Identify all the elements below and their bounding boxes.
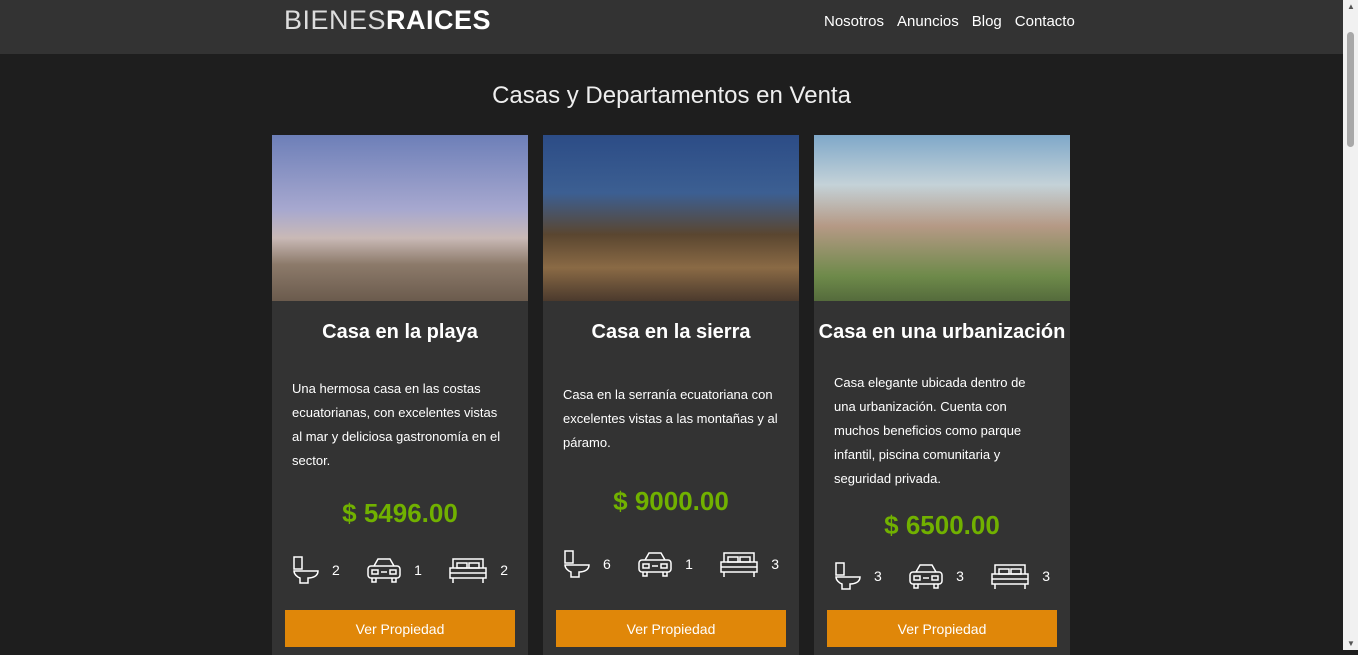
property-description: Una hermosa casa en las costas ecuatoria… — [292, 380, 501, 468]
page-title: Casas y Departamentos en Venta — [492, 82, 851, 109]
property-features: 2 1 2 — [292, 555, 508, 585]
toilet-icon — [835, 561, 861, 590]
toilet-icon — [564, 549, 590, 578]
main-nav: Nosotros Anuncios Blog Contacto — [824, 13, 1075, 30]
scroll-up-icon[interactable]: ▲ — [1347, 2, 1355, 11]
nav-nosotros[interactable]: Nosotros — [824, 13, 884, 30]
property-description: Casa elegante ubicada dentro de una urba… — [834, 374, 1026, 486]
nav-contacto[interactable]: Contacto — [1015, 13, 1075, 30]
scrollbar[interactable]: ▲ ▼ — [1343, 0, 1358, 650]
property-features: 3 3 3 — [834, 561, 1050, 591]
property-title: Casa en la playa — [322, 321, 478, 343]
scrollbar-thumb[interactable] — [1347, 32, 1354, 147]
nav-anuncios[interactable]: Anuncios — [897, 13, 959, 30]
property-price: $ 9000.00 — [613, 486, 729, 516]
property-title: Casa en la sierra — [591, 321, 751, 343]
bed-icon — [991, 563, 1029, 589]
property-image — [543, 135, 799, 301]
view-property-button[interactable]: Ver Propiedad — [285, 610, 515, 647]
property-features: 6 1 3 — [563, 549, 779, 579]
car-icon — [367, 557, 401, 583]
toilet-icon — [293, 555, 319, 584]
property-price: $ 6500.00 — [884, 510, 1000, 540]
property-description: Casa en la serranía ecuatoriana con exce… — [563, 386, 778, 450]
property-card: Casa en una urbanización Casa elegante u… — [814, 135, 1070, 655]
property-price: $ 5496.00 — [342, 498, 458, 528]
car-icon — [638, 551, 672, 577]
property-image — [814, 135, 1070, 301]
property-title: Casa en una urbanización — [818, 321, 1066, 343]
property-card: Casa en la sierra Casa en la serranía ec… — [543, 135, 799, 655]
bed-icon — [720, 551, 758, 577]
car-icon — [909, 563, 943, 589]
property-card: Casa en la playa Una hermosa casa en las… — [272, 135, 528, 655]
property-image — [272, 135, 528, 301]
site-header: BIENESRAICES Nosotros Anuncios Blog Cont… — [0, 0, 1343, 54]
view-property-button[interactable]: Ver Propiedad — [556, 610, 786, 647]
view-property-button[interactable]: Ver Propiedad — [827, 610, 1057, 647]
scroll-down-icon[interactable]: ▼ — [1347, 639, 1355, 648]
logo[interactable]: BIENESRAICES — [284, 5, 491, 36]
nav-blog[interactable]: Blog — [972, 13, 1002, 30]
bed-icon — [449, 557, 487, 583]
